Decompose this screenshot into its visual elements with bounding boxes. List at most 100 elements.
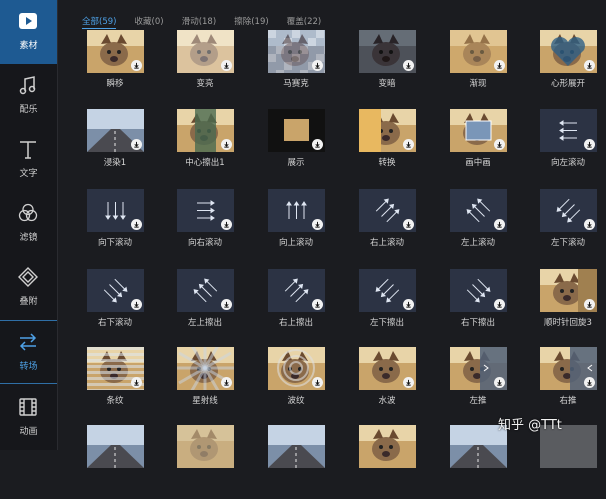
transition-item[interactable]: 画中画 bbox=[433, 109, 523, 183]
sidebar-item-label: 素材 bbox=[19, 41, 38, 51]
transition-item[interactable]: 左上擦出 bbox=[160, 269, 250, 343]
download-icon[interactable] bbox=[312, 139, 323, 150]
transition-item[interactable]: 马赛克 bbox=[251, 30, 341, 104]
download-icon[interactable] bbox=[494, 299, 505, 310]
sidebar-item-transition[interactable]: 转场 bbox=[0, 320, 57, 384]
sidebar-item-music[interactable]: 配乐 bbox=[0, 64, 57, 128]
transition-item[interactable]: 右下擦出 bbox=[433, 269, 523, 343]
transition-item[interactable]: 左推 bbox=[433, 347, 523, 421]
transition-label: 画中画 bbox=[465, 158, 491, 168]
transition-label: 马赛克 bbox=[283, 79, 309, 89]
sidebar-item-animation[interactable]: 动画 bbox=[0, 386, 57, 450]
download-icon[interactable] bbox=[131, 377, 142, 388]
transition-item[interactable]: 向左滚动 bbox=[523, 109, 606, 183]
transition-thumbnail bbox=[268, 269, 325, 312]
tab-slide[interactable]: 滑动(18) bbox=[182, 15, 216, 27]
transition-item[interactable]: 右下滚动 bbox=[70, 269, 160, 343]
sidebar-item-filter[interactable]: 滤镜 bbox=[0, 192, 57, 256]
transition-thumbnail bbox=[268, 347, 325, 390]
transition-item[interactable]: 变暗 bbox=[342, 30, 432, 104]
transition-label: 条纹 bbox=[106, 396, 124, 406]
transition-item[interactable]: 变亮 bbox=[160, 30, 250, 104]
download-icon[interactable] bbox=[312, 377, 323, 388]
download-icon[interactable] bbox=[494, 377, 505, 388]
tab-favorites[interactable]: 收藏(0) bbox=[135, 15, 164, 27]
download-icon[interactable] bbox=[131, 60, 142, 71]
transition-item[interactable]: 右推 bbox=[523, 347, 606, 421]
transition-item[interactable]: 星射线 bbox=[160, 347, 250, 421]
tab-cover[interactable]: 覆盖(22) bbox=[287, 15, 321, 27]
transition-item[interactable] bbox=[70, 425, 160, 499]
download-icon[interactable] bbox=[221, 299, 232, 310]
transition-item[interactable]: 向右滚动 bbox=[160, 189, 250, 263]
transition-label: 水波 bbox=[378, 396, 396, 406]
transition-label: 右下擦出 bbox=[460, 318, 495, 328]
transition-item[interactable]: 右上擦出 bbox=[251, 269, 341, 343]
download-icon[interactable] bbox=[312, 60, 323, 71]
sidebar-item-label: 滤镜 bbox=[19, 233, 38, 243]
transition-item[interactable]: 左下滚动 bbox=[523, 189, 606, 263]
download-icon[interactable] bbox=[494, 60, 505, 71]
transition-thumbnail bbox=[359, 30, 416, 73]
transition-item[interactable]: 向上滚动 bbox=[251, 189, 341, 263]
download-icon[interactable] bbox=[403, 139, 414, 150]
sidebar-item-text[interactable]: 文字 bbox=[0, 128, 57, 192]
download-icon[interactable] bbox=[494, 139, 505, 150]
transition-item[interactable]: 水波 bbox=[342, 347, 432, 421]
transition-item[interactable]: 瞬移 bbox=[70, 30, 160, 104]
transition-thumbnail bbox=[450, 30, 507, 73]
transition-item[interactable]: 波纹 bbox=[251, 347, 341, 421]
download-icon[interactable] bbox=[403, 377, 414, 388]
transition-item[interactable]: 向下滚动 bbox=[70, 189, 160, 263]
download-icon[interactable] bbox=[221, 219, 232, 230]
download-icon[interactable] bbox=[403, 299, 414, 310]
transition-label: 顺时针回旋3 bbox=[544, 318, 592, 328]
thumbnail-image bbox=[359, 425, 416, 468]
transition-item[interactable] bbox=[160, 425, 250, 499]
transition-label: 右上滚动 bbox=[369, 238, 404, 248]
download-icon[interactable] bbox=[131, 139, 142, 150]
transition-item[interactable]: 展示 bbox=[251, 109, 341, 183]
transition-item[interactable]: 左下擦出 bbox=[342, 269, 432, 343]
transition-item[interactable] bbox=[523, 425, 606, 499]
transition-item[interactable]: 左上滚动 bbox=[433, 189, 523, 263]
transition-label: 变暗 bbox=[378, 79, 396, 89]
transition-item[interactable]: 渐现 bbox=[433, 30, 523, 104]
download-icon[interactable] bbox=[403, 60, 414, 71]
thumbnail-image bbox=[87, 425, 144, 468]
transition-item[interactable] bbox=[342, 425, 432, 499]
transition-item[interactable]: 右上滚动 bbox=[342, 189, 432, 263]
download-icon[interactable] bbox=[221, 60, 232, 71]
transition-item[interactable]: 条纹 bbox=[70, 347, 160, 421]
download-icon[interactable] bbox=[584, 377, 595, 388]
download-icon[interactable] bbox=[221, 377, 232, 388]
transition-item[interactable]: 浸染1 bbox=[70, 109, 160, 183]
transition-item[interactable] bbox=[251, 425, 341, 499]
transition-item[interactable]: 心形展开 bbox=[523, 30, 606, 104]
download-icon[interactable] bbox=[403, 219, 414, 230]
transition-item[interactable] bbox=[433, 425, 523, 499]
download-icon[interactable] bbox=[494, 219, 505, 230]
sidebar-item-overlay[interactable]: 叠附 bbox=[0, 256, 57, 320]
download-icon[interactable] bbox=[584, 60, 595, 71]
transition-thumbnail bbox=[268, 189, 325, 232]
download-icon[interactable] bbox=[584, 299, 595, 310]
download-icon[interactable] bbox=[131, 299, 142, 310]
transition-thumbnail bbox=[450, 109, 507, 152]
tab-wipe[interactable]: 擦除(19) bbox=[234, 15, 268, 27]
download-icon[interactable] bbox=[312, 219, 323, 230]
download-icon[interactable] bbox=[221, 139, 232, 150]
download-icon[interactable] bbox=[584, 219, 595, 230]
download-icon[interactable] bbox=[312, 299, 323, 310]
transition-item[interactable]: 顺时针回旋3 bbox=[523, 269, 606, 343]
sidebar-item-media[interactable]: 素材 bbox=[0, 0, 57, 64]
transition-label: 向右滚动 bbox=[187, 238, 222, 248]
transition-label: 右上擦出 bbox=[278, 318, 313, 328]
download-icon[interactable] bbox=[131, 219, 142, 230]
download-icon[interactable] bbox=[584, 139, 595, 150]
transition-item[interactable]: 中心擦出1 bbox=[160, 109, 250, 183]
transition-item[interactable]: 转换 bbox=[342, 109, 432, 183]
watermark: 知乎 @TTt bbox=[498, 418, 562, 433]
tab-all[interactable]: 全部(59) bbox=[82, 15, 117, 29]
category-tabs: 全部(59) 收藏(0) 滑动(18) 擦除(19) 覆盖(22) bbox=[82, 9, 334, 29]
